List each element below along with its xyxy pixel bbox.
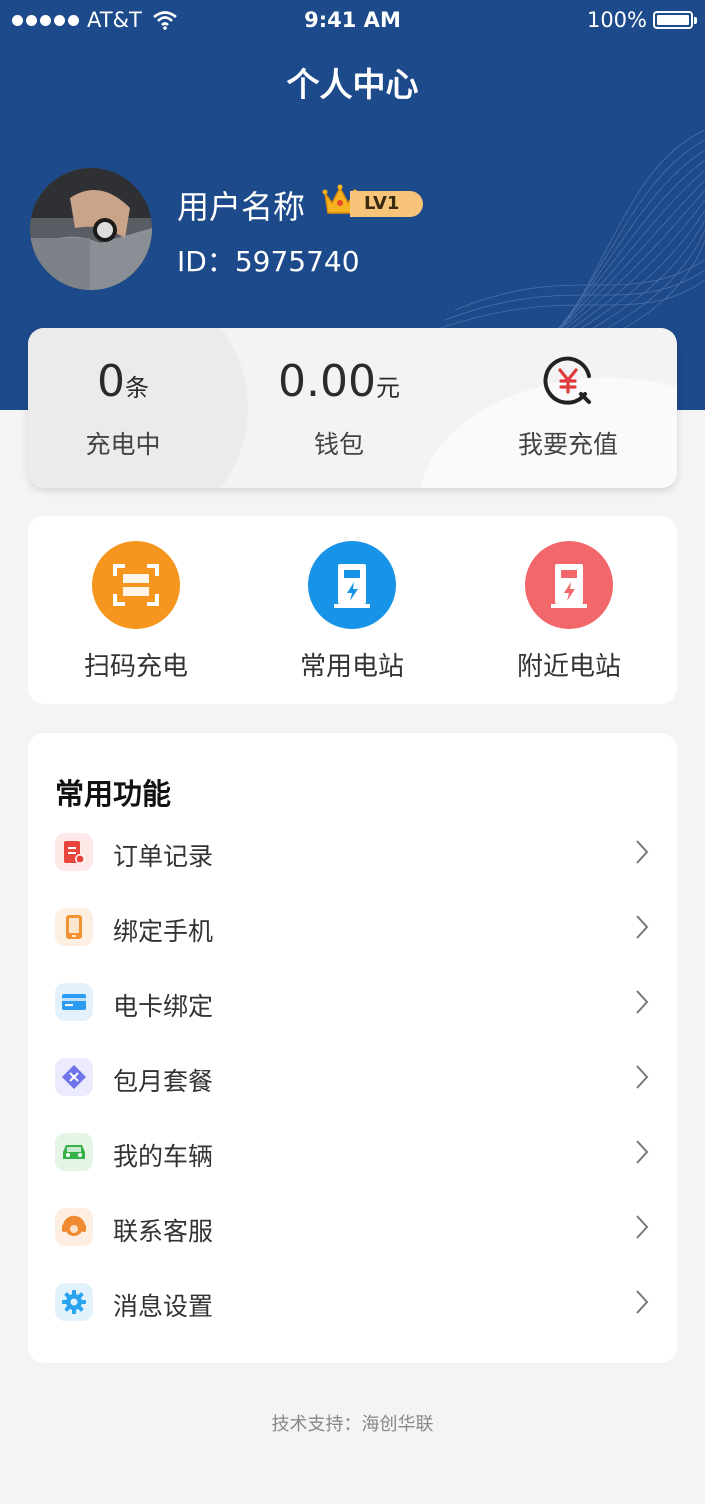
charging-stat[interactable]: 0条 充电中 [28,328,218,488]
chevron-right-icon [636,1290,649,1314]
scan-icon [92,541,180,629]
footer-credit: 技术支持：海创华联 [271,1414,434,1435]
recharge-icon [543,356,591,405]
page-title: 个人中心 [286,65,419,104]
menu-item-monthly-plan[interactable]: 包月套餐 [28,1040,677,1115]
menu-item-label: 电卡绑定 [113,992,214,1021]
ticket-icon [55,1058,93,1096]
battery-percent: 100% [586,8,647,32]
headset-icon [55,1208,93,1246]
phone-icon [55,908,93,946]
avatar[interactable] [30,168,152,290]
menu-item-message-settings[interactable]: 消息设置 [28,1265,677,1340]
battery-icon [653,11,697,29]
menu-item-label: 联系客服 [113,1217,214,1246]
charging-station-icon [308,541,396,629]
menu-item-customer-service[interactable]: 联系客服 [28,1190,677,1265]
menu-item-bind-card[interactable]: 电卡绑定 [28,965,677,1040]
order-icon [55,833,93,871]
chevron-right-icon [636,1065,649,1089]
car-icon [55,1133,93,1171]
menu-item-label: 我的车辆 [113,1142,214,1171]
favorite-stations-label: 常用电站 [299,652,404,682]
card-icon [55,983,93,1021]
gear-icon [55,1283,93,1321]
charging-station-icon [525,541,613,629]
charging-count: 0 [97,356,125,407]
chevron-right-icon [636,1140,649,1164]
favorite-stations-button[interactable]: 常用电站 [244,516,460,704]
chevron-right-icon [636,840,649,864]
status-bar: AT&T 9:41 AM 100% [0,0,705,40]
wallet-label: 钱包 [313,430,364,459]
menu-item-label: 消息设置 [113,1292,214,1321]
wallet-card: 0条 充电中 0.00元 钱包 我要充值 [28,328,677,488]
charging-label: 充电中 [85,430,161,459]
recharge-button[interactable]: 我要充值 [473,328,663,488]
section-title: 常用功能 [55,777,172,811]
level-badge: LV1 [350,191,423,217]
user-name: 用户名称 [177,188,306,226]
chevron-right-icon [636,915,649,939]
scan-charge-label: 扫码充电 [83,652,188,682]
menu-item-bind-phone[interactable]: 绑定手机 [28,890,677,965]
recharge-label: 我要充值 [517,430,618,459]
scan-charge-button[interactable]: 扫码充电 [28,516,244,704]
wallet-stat[interactable]: 0.00元 钱包 [244,328,434,488]
wallet-balance: 0.00 [278,356,376,407]
menu-item-label: 包月套餐 [113,1067,214,1096]
nearby-stations-button[interactable]: 附近电站 [461,516,677,704]
common-functions: 常用功能 订单记录 绑定手机 电卡绑定 包月套餐 我的车辆 联系客服 消息设置 [28,733,677,1363]
chevron-right-icon [636,1215,649,1239]
menu-item-label: 绑定手机 [113,917,214,946]
menu-item-label: 订单记录 [113,842,214,871]
menu-item-orders[interactable]: 订单记录 [28,815,677,890]
chevron-right-icon [636,990,649,1014]
balance-unit: 元 [375,374,400,402]
menu-item-my-vehicles[interactable]: 我的车辆 [28,1115,677,1190]
user-id: ID：5975740 [177,245,360,278]
quick-actions: 扫码充电 常用电站 附近电站 [28,516,677,704]
charging-unit: 条 [125,374,149,402]
nearby-stations-label: 附近电站 [516,652,621,682]
